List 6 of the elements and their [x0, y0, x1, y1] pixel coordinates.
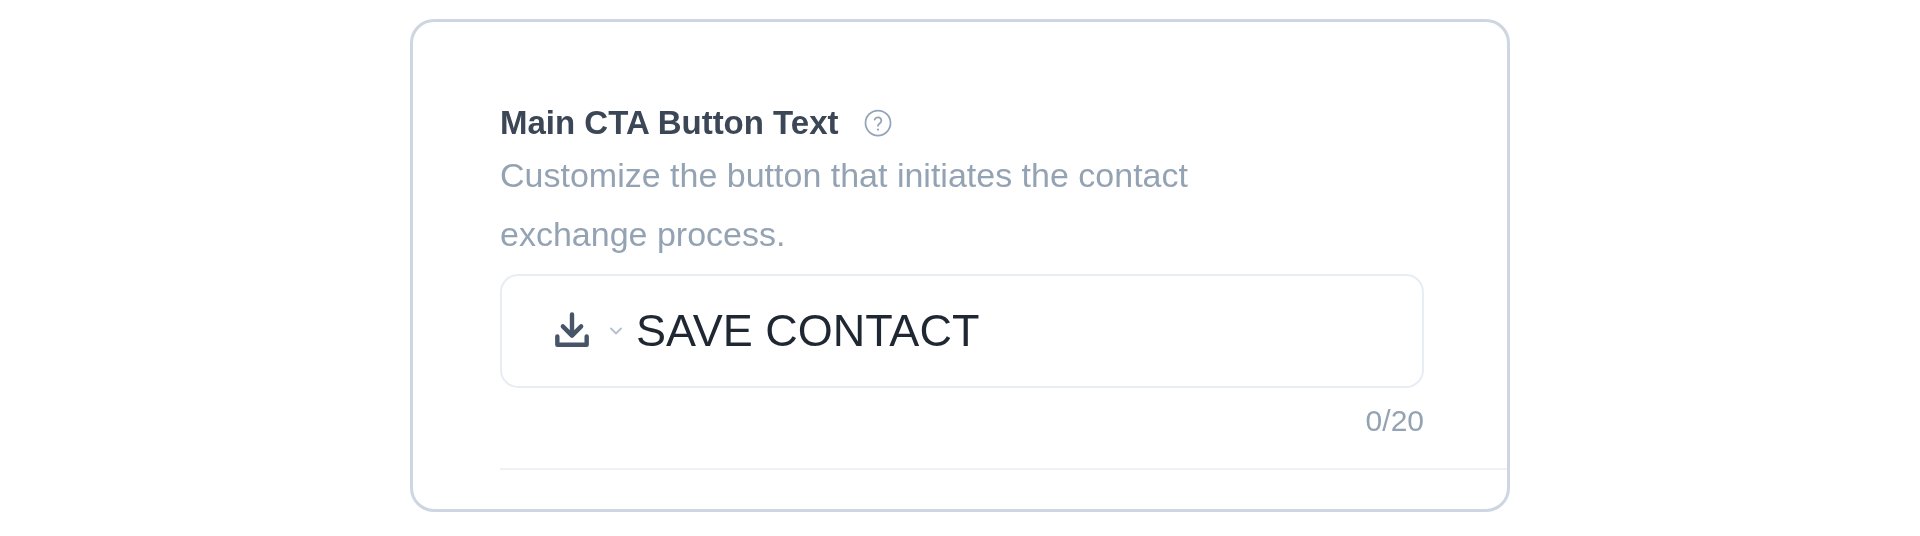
text-field[interactable]: SAVE CONTACT: [500, 274, 1424, 388]
field-description: Customize the button that initiates the contact exchange process.: [500, 155, 1189, 255]
help-icon[interactable]: [862, 108, 893, 138]
field-label: Main CTA Button Text: [500, 104, 839, 142]
field-value: SAVE CONTACT: [636, 305, 981, 357]
character-counter: 0/20: [1365, 404, 1424, 438]
